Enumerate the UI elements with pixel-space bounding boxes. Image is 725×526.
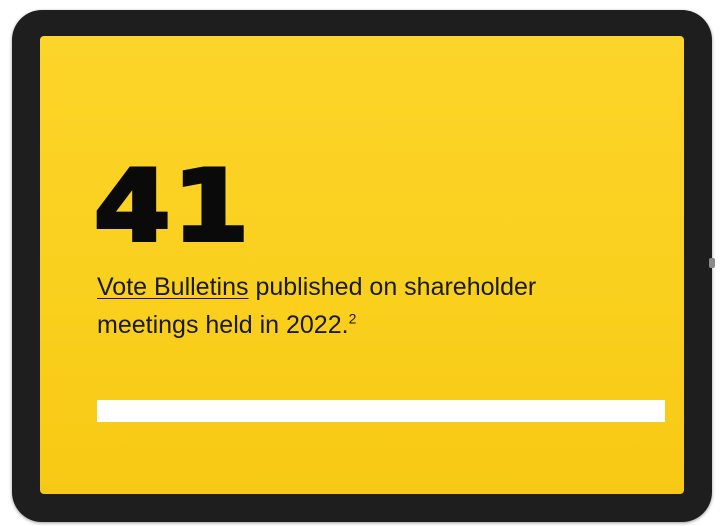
stat-description: Vote Bulletins published on shareholder … [97,268,667,344]
progress-bar [97,400,665,422]
footnote-marker: 2 [348,310,357,327]
vote-bulletins-link[interactable]: Vote Bulletins [97,273,249,301]
tablet-frame: 41 Vote Bulletins published on sharehold… [12,10,715,522]
stat-number: 41 [92,150,252,264]
description-line2-text: meetings held in 2022. [97,311,349,339]
progress-bar-fill [97,400,665,422]
stat-card: 41 Vote Bulletins published on sharehold… [40,36,684,494]
description-line1-text: published on shareholder [248,273,537,301]
tablet-side-button [709,258,715,268]
